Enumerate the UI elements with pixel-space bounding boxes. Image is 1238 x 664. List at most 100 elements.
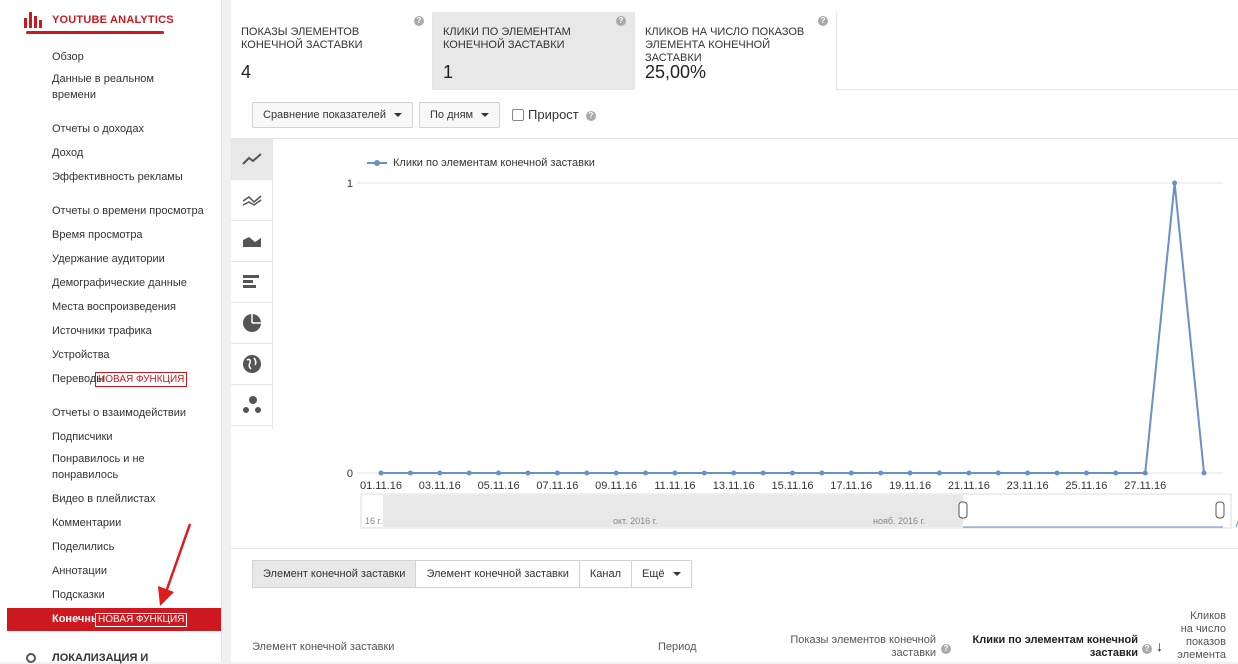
tab-channel[interactable]: Канал bbox=[579, 560, 633, 588]
sidebar-title-underline bbox=[26, 31, 164, 34]
data-point bbox=[672, 470, 678, 476]
period-dropdown[interactable]: По дням bbox=[419, 102, 501, 128]
legend-label: Клики по элементам конечной заставки bbox=[393, 157, 595, 169]
x-tick-label: 09.11.16 bbox=[595, 480, 637, 492]
data-point bbox=[584, 470, 590, 476]
data-point bbox=[966, 470, 972, 476]
series-line bbox=[381, 182, 1205, 474]
sidebar-item-overview[interactable]: Обзор bbox=[52, 49, 212, 65]
tab-more[interactable]: Ещё bbox=[632, 560, 692, 588]
metrics-bar: ПОКАЗЫ ЭЛЕМЕНТОВ КОНЕЧНОЙ ЗАСТАВКИ 4 ? К… bbox=[231, 12, 1238, 90]
multi-line-chart-button[interactable] bbox=[231, 180, 272, 221]
metric-clicks[interactable]: КЛИКИ ПО ЭЛЕМЕНТАМ КОНЕЧНОЙ ЗАСТАВКИ 1 ? bbox=[433, 12, 635, 90]
data-point bbox=[1025, 470, 1031, 476]
sidebar-header[interactable]: YOUTUBE ANALYTICS bbox=[24, 12, 174, 28]
help-icon[interactable]: ? bbox=[616, 16, 626, 26]
chart-area: Клики по элементам конечной заставки 100… bbox=[273, 139, 1238, 549]
data-point bbox=[643, 470, 649, 476]
divider bbox=[231, 548, 1238, 549]
data-point bbox=[936, 470, 942, 476]
sidebar-item-devices[interactable]: Устройства bbox=[52, 347, 212, 363]
metric-impressions-label: ПОКАЗЫ ЭЛЕМЕНТОВ КОНЕЧНОЙ ЗАСТАВКИ bbox=[241, 26, 363, 51]
metric-ctr[interactable]: КЛИКОВ НА ЧИСЛО ПОКАЗОВ ЭЛЕМЕНТА КОНЕЧНО… bbox=[635, 12, 837, 90]
bar-chart-button[interactable] bbox=[231, 262, 272, 303]
table-header-ctr[interactable]: Кликов на число показов элемента bbox=[1176, 610, 1226, 662]
sidebar-item-localization[interactable]: ЛОКАЛИЗАЦИЯ И bbox=[26, 652, 148, 664]
tab-end-screen-element[interactable]: Элемент конечной заставки bbox=[252, 560, 417, 588]
help-icon[interactable]: ? bbox=[586, 111, 596, 121]
navigator-handle[interactable] bbox=[1215, 501, 1225, 519]
navigator-label: окт. 2016 г. bbox=[613, 516, 657, 526]
x-tick-label: 11.11.16 bbox=[654, 480, 695, 492]
x-tick-label: 17.11.16 bbox=[830, 480, 872, 492]
y-tick-label: 0 bbox=[347, 468, 353, 480]
x-tick-label: 15.11.16 bbox=[771, 480, 813, 492]
data-point bbox=[407, 470, 413, 476]
line-chart-icon bbox=[241, 153, 262, 165]
metric-ctr-label: КЛИКОВ НА ЧИСЛО ПОКАЗОВ ЭЛЕМЕНТА КОНЕЧНО… bbox=[645, 26, 805, 64]
data-point bbox=[496, 470, 502, 476]
map-chart-button[interactable] bbox=[231, 344, 272, 385]
sidebar-item-traffic-sources[interactable]: Источники трафика bbox=[52, 323, 212, 339]
compare-metrics-label: Сравнение показателей bbox=[263, 109, 386, 121]
navigator-label: 16 г. bbox=[365, 516, 382, 526]
analytics-bars-icon bbox=[24, 12, 42, 28]
metric-impressions-value: 4 bbox=[241, 62, 252, 82]
bubble-chart-icon bbox=[242, 396, 261, 413]
data-point bbox=[760, 470, 766, 476]
area-chart-icon bbox=[242, 237, 261, 247]
metric-ctr-value: 25,00% bbox=[645, 62, 707, 82]
sidebar-item-revenue[interactable]: Доход bbox=[52, 145, 212, 161]
sidebar-item-realtime[interactable]: Данные в реальном времени bbox=[52, 71, 172, 103]
globe-icon bbox=[242, 355, 261, 373]
x-tick-label: 21.11.16 bbox=[948, 480, 990, 492]
period-label: По дням bbox=[430, 109, 474, 121]
compare-metrics-dropdown[interactable]: Сравнение показателей bbox=[252, 102, 413, 128]
legend-swatch bbox=[367, 160, 387, 166]
bar-chart-icon bbox=[242, 275, 259, 288]
growth-label: Прирост bbox=[528, 107, 579, 122]
sidebar-item-subscribers[interactable]: Подписчики bbox=[52, 429, 212, 445]
x-tick-label: 05.11.16 bbox=[478, 480, 520, 492]
help-icon[interactable]: ? bbox=[414, 16, 424, 26]
tab-end-screen-element-type[interactable]: Элемент конечной заставки bbox=[416, 560, 580, 588]
sort-desc-icon[interactable]: ↓ bbox=[1156, 638, 1163, 654]
x-tick-label: 03.11.16 bbox=[419, 480, 461, 492]
help-icon[interactable]: ? bbox=[941, 644, 951, 654]
sidebar-item-revenue-reports[interactable]: Отчеты о доходах bbox=[52, 121, 212, 137]
data-point bbox=[1201, 470, 1207, 476]
table-header-period[interactable]: Период bbox=[658, 641, 697, 654]
tab-more-label: Ещё bbox=[642, 568, 665, 580]
chart-legend: Клики по элементам конечной заставки bbox=[367, 157, 595, 169]
sidebar-item-audience-retention[interactable]: Удержание аудитории bbox=[52, 251, 212, 267]
table-header-impressions[interactable]: Показы элементов конечной заставки bbox=[771, 634, 936, 660]
chevron-down-icon bbox=[394, 113, 402, 117]
metric-impressions[interactable]: ПОКАЗЫ ЭЛЕМЕНТОВ КОНЕЧНОЙ ЗАСТАВКИ 4 ? bbox=[231, 12, 433, 90]
sidebar-item-watch-time-reports[interactable]: Отчеты о времени просмотра bbox=[52, 203, 212, 219]
help-icon[interactable]: ? bbox=[818, 16, 828, 26]
sidebar-item-playback-locations[interactable]: Места воспроизведения bbox=[52, 299, 212, 315]
growth-checkbox[interactable] bbox=[512, 109, 524, 121]
chevron-down-icon bbox=[672, 572, 681, 576]
sidebar-item-watch-time[interactable]: Время просмотра bbox=[52, 227, 212, 243]
data-point bbox=[466, 470, 472, 476]
sidebar-item-likes[interactable]: Понравилось и не понравилось bbox=[52, 451, 162, 483]
sidebar-item-demographics[interactable]: Демографические данные bbox=[52, 275, 212, 291]
sidebar-item-engagement-reports[interactable]: Отчеты о взаимодействии bbox=[52, 405, 212, 421]
bubble-chart-button[interactable] bbox=[231, 385, 272, 426]
table-header-element[interactable]: Элемент конечной заставки bbox=[252, 641, 394, 654]
line-chart[interactable]: 1 0 01.11.16 03.11.16 05.11.16 07.11.16 09.11.… bbox=[273, 139, 1238, 549]
sidebar-item-ad-performance[interactable]: Эффективность рекламы bbox=[52, 169, 212, 185]
new-feature-badge: НОВАЯ ФУНКЦИЯ bbox=[95, 372, 188, 387]
data-point bbox=[378, 470, 384, 476]
sidebar-item-playlists[interactable]: Видео в плейлистах bbox=[52, 491, 212, 507]
pie-chart-button[interactable] bbox=[231, 303, 272, 344]
area-chart-button[interactable] bbox=[231, 221, 272, 262]
line-chart-button[interactable] bbox=[231, 139, 272, 180]
table-header-clicks[interactable]: Клики по элементам конечной заставки bbox=[971, 634, 1139, 660]
multi-line-chart-icon bbox=[242, 195, 261, 206]
help-icon[interactable]: ? bbox=[1142, 644, 1152, 654]
sidebar-item-end-screens[interactable]: Конечные заставки НОВАЯ ФУНКЦИЯ bbox=[7, 608, 221, 631]
x-tick-label: 07.11.16 bbox=[536, 480, 578, 492]
navigator-handle[interactable] bbox=[958, 501, 968, 519]
